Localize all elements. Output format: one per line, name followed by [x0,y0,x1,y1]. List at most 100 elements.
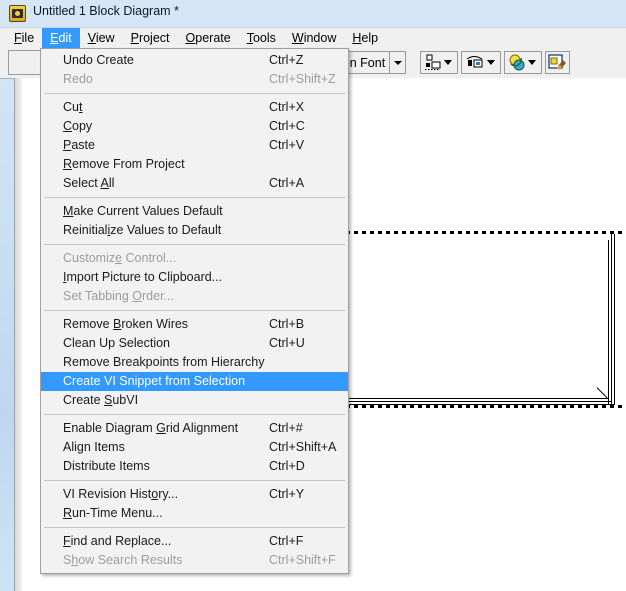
labview-block-diagram-window: Untitled 1 Block Diagram * File Edit Vie… [0,0,626,591]
menu-item-redo: Redo Ctrl+Shift+Z [41,70,348,89]
menubar-item-help[interactable]: Help [344,28,386,49]
menu-item-accelerator: Ctrl+D [269,459,305,473]
menu-item-cut[interactable]: Cut Ctrl+X [41,98,348,117]
menu-item-copy[interactable]: Copy Ctrl+C [41,117,348,136]
menu-item-label: Create VI Snippet from Selection [63,374,246,388]
menu-separator [44,197,345,198]
menu-separator [44,480,345,481]
menu-item-label: Paste [63,138,95,152]
menubar-item-project[interactable]: Project [123,28,178,49]
menu-item-import-picture-to-clipboard[interactable]: Import Picture to Clipboard... [41,268,348,287]
menu-separator [44,93,345,94]
menubar-label-window: indow [303,31,337,45]
menu-item-paste[interactable]: Paste Ctrl+V [41,136,348,155]
menu-item-label: Remove Breakpoints from Hierarchy [63,355,265,369]
menu-item-accelerator: Ctrl+Z [269,53,304,67]
menu-separator [44,414,345,415]
menu-item-label: Find and Replace... [63,534,172,548]
marquee-edge-top [346,231,624,234]
menu-item-accelerator: Ctrl+Shift+A [269,440,337,454]
chevron-down-icon[interactable] [390,60,405,65]
menu-item-label: Cut [63,100,83,114]
menu-item-label: Clean Up Selection [63,336,171,350]
menu-item-label: Distribute Items [63,459,150,473]
menu-item-accelerator: Ctrl+B [269,317,305,331]
menubar-label-project: roject [138,31,170,45]
menu-item-find-and-replace[interactable]: Find and Replace... Ctrl+F [41,532,348,551]
menu-item-label: Select All [63,176,115,190]
menu-item-accelerator: Ctrl+Shift+Z [269,72,336,86]
reorder-button[interactable] [504,51,542,74]
menu-item-reinitialize-values-to-default[interactable]: Reinitialize Values to Default [41,221,348,240]
menubar-item-tools[interactable]: Tools [239,28,284,49]
menubar-label-edit: dit [58,31,72,45]
menu-item-label: Create SubVI [63,393,139,407]
menu-item-remove-from-project[interactable]: Remove From Project [41,155,348,174]
menubar-label-tools: ools [252,31,276,45]
menu-item-create-vi-snippet-from-selection[interactable]: Create VI Snippet from Selection [41,372,348,391]
menu-item-label: Import Picture to Clipboard... [63,270,223,284]
edit-menu-dropdown[interactable]: Undo Create Ctrl+Z Redo Ctrl+Shift+Z Cut Ctrl… [40,48,349,574]
menu-item-remove-broken-wires[interactable]: Remove Broken Wires Ctrl+B [41,315,348,334]
menu-item-label: Remove Broken Wires [63,317,189,331]
menubar-label-file: ile [21,31,35,45]
menu-item-accelerator: Ctrl+Y [269,487,305,501]
menu-item-accelerator: Ctrl+F [269,534,304,548]
canvas-left-strip [15,78,22,591]
menu-item-accelerator: Ctrl+X [269,100,305,114]
menu-item-accelerator: Ctrl+A [269,176,305,190]
menu-item-align-items[interactable]: Align Items Ctrl+Shift+A [41,438,348,457]
menu-item-label: Redo [63,72,93,86]
menu-item-label: Remove From Project [63,157,185,171]
menu-item-label: Copy [63,119,93,133]
menubar-item-file[interactable]: File [6,28,42,49]
menu-item-label: Customize Control... [63,251,177,265]
menu-item-remove-breakpoints-from-hierarchy[interactable]: Remove Breakpoints from Hierarchy [41,353,348,372]
reorder-icon [509,54,536,71]
menubar-item-window[interactable]: Window [284,28,344,49]
menubar-label-operate: perate [195,31,231,45]
menu-item-label: Enable Diagram Grid Alignment [63,421,239,435]
distribute-objects-button[interactable] [461,51,501,74]
menu-item-run-time-menu[interactable]: Run-Time Menu... [41,504,348,523]
menu-item-label: Show Search Results [63,553,183,567]
menu-item-show-search-results: Show Search Results Ctrl+Shift+F [41,551,348,570]
menu-item-label: Run-Time Menu... [63,506,163,520]
menubar-item-view[interactable]: View [80,28,123,49]
menu-item-accelerator: Ctrl+C [269,119,305,133]
labview-vi-icon [9,5,26,22]
menu-item-customize-control: Customize Control... [41,249,348,268]
menu-bar: File Edit View Project Operate Tools Win… [0,27,626,49]
window-titlebar: Untitled 1 Block Diagram * [0,0,626,27]
menubar-label-view: iew [95,31,115,45]
menu-item-clean-up-selection[interactable]: Clean Up Selection Ctrl+U [41,334,348,353]
menu-item-accelerator: Ctrl+Shift+F [269,553,336,567]
menu-separator [44,310,345,311]
menu-item-accelerator: Ctrl+U [269,336,305,350]
menubar-item-operate[interactable]: Operate [178,28,239,49]
selection-marquee [346,231,624,408]
align-objects-icon [425,54,452,70]
window-title: Untitled 1 Block Diagram * [33,4,179,18]
menu-item-set-tabbing-order: Set Tabbing Order... [41,287,348,306]
clean-up-diagram-button[interactable] [545,51,570,74]
menu-separator [44,527,345,528]
menu-item-label: Set Tabbing Order... [63,289,174,303]
menu-item-undo-create[interactable]: Undo Create Ctrl+Z [41,51,348,70]
menu-item-create-subvi[interactable]: Create SubVI [41,391,348,410]
align-objects-button[interactable] [420,51,458,74]
menu-item-label: Align Items [63,440,125,454]
menu-item-label: Reinitialize Values to Default [63,223,222,237]
menubar-item-edit[interactable]: Edit [42,28,80,49]
menu-item-vi-revision-history[interactable]: VI Revision History... Ctrl+Y [41,485,348,504]
menu-item-label: Make Current Values Default [63,204,223,218]
clean-up-diagram-icon [548,54,566,70]
menu-item-accelerator: Ctrl+# [269,421,303,435]
menu-item-accelerator: Ctrl+V [269,138,305,152]
menu-item-select-all[interactable]: Select All Ctrl+A [41,174,348,193]
toolbar-left-group[interactable] [8,50,44,75]
menu-item-enable-diagram-grid-alignment[interactable]: Enable Diagram Grid Alignment Ctrl+# [41,419,348,438]
marquee-edge-bottom [346,405,624,408]
menu-item-make-current-values-default[interactable]: Make Current Values Default [41,202,348,221]
menu-item-distribute-items[interactable]: Distribute Items Ctrl+D [41,457,348,476]
